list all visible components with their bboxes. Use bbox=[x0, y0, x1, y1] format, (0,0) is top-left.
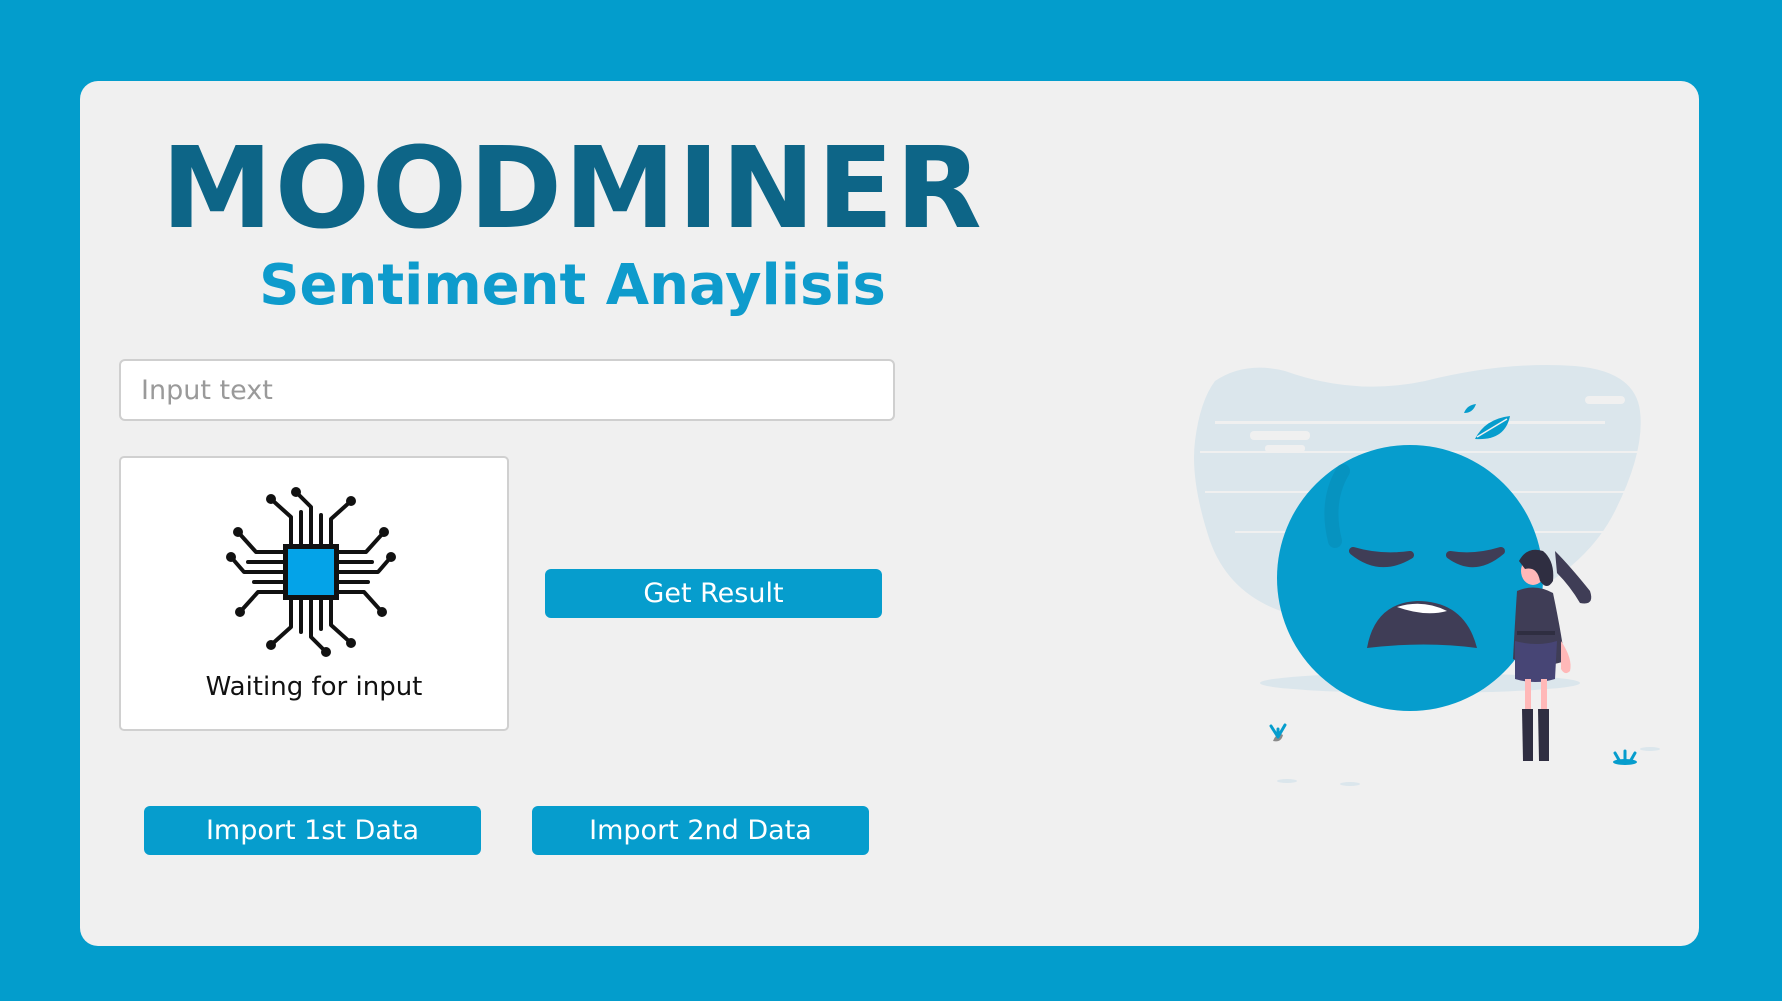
result-panel: Waiting for input bbox=[119, 456, 509, 731]
status-text: Waiting for input bbox=[205, 672, 423, 702]
sad-face bbox=[1277, 445, 1543, 711]
main-card: MOODMINER Sentiment Anaylisis Input text… bbox=[80, 81, 1699, 946]
app-subtitle: Sentiment Anaylisis bbox=[259, 253, 886, 318]
import-1st-data-button[interactable]: Import 1st Data bbox=[144, 806, 481, 855]
text-input[interactable] bbox=[119, 359, 895, 421]
plant-icon bbox=[1269, 723, 1637, 765]
cpu-chip-icon bbox=[226, 487, 396, 657]
import-2nd-data-button[interactable]: Import 2nd Data bbox=[532, 806, 869, 855]
app-title: MOODMINER bbox=[161, 124, 984, 254]
sad-face-illustration bbox=[1194, 365, 1660, 786]
get-result-button[interactable]: Get Result bbox=[545, 569, 882, 618]
